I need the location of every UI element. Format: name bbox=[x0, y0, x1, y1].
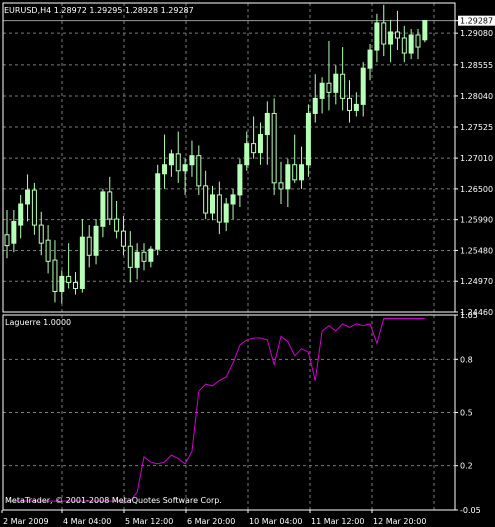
price-label: 1.25990 bbox=[460, 216, 493, 225]
candle-body bbox=[422, 20, 428, 41]
candle-body bbox=[223, 203, 229, 223]
candle-body bbox=[59, 275, 65, 292]
indicator-label: 0.2 bbox=[460, 462, 473, 471]
candle-body bbox=[312, 97, 318, 114]
time-axis: 2 Mar 2009 4 Mar 04:00 5 Mar 12:00 6 Mar 20… bbox=[1, 510, 426, 526]
candle-body bbox=[388, 31, 394, 45]
candle-body bbox=[353, 103, 359, 111]
candle-body bbox=[175, 153, 181, 172]
candle-body bbox=[93, 225, 99, 256]
price-grid bbox=[3, 3, 455, 313]
time-label: 5 Mar 12:00 bbox=[125, 517, 173, 526]
candle-body bbox=[141, 251, 147, 262]
panel-frames bbox=[2, 2, 456, 511]
candle-body bbox=[244, 143, 250, 166]
candle-body bbox=[367, 49, 373, 69]
indicator-label: 0.5 bbox=[460, 409, 473, 418]
candle-body bbox=[182, 164, 188, 172]
price-axis: 1.29287 1.29080 1.28555 1.28040 1.27525 1.270… bbox=[455, 15, 495, 317]
laguerre-line bbox=[7, 318, 425, 502]
candle-body bbox=[107, 191, 113, 220]
candle-body bbox=[31, 189, 37, 226]
candle-body bbox=[127, 245, 133, 268]
candle-body bbox=[408, 34, 414, 54]
candle-body bbox=[264, 112, 270, 136]
time-label: 2 Mar 2009 bbox=[3, 517, 49, 526]
candle-body bbox=[271, 112, 277, 184]
candle-body bbox=[381, 22, 387, 45]
time-label: 11 Mar 12:00 bbox=[311, 517, 364, 526]
price-label: 1.28040 bbox=[460, 92, 493, 101]
candle-body bbox=[340, 73, 346, 99]
indicator-label: -0.05 bbox=[460, 506, 481, 515]
candle-body bbox=[73, 281, 78, 289]
candle-body bbox=[4, 234, 10, 247]
candle-body bbox=[79, 236, 85, 289]
candle-body bbox=[257, 134, 263, 154]
price-label: 1.26500 bbox=[460, 185, 493, 194]
price-label: 1.27525 bbox=[460, 123, 493, 132]
candle-body bbox=[100, 191, 106, 227]
indicator-grid bbox=[3, 314, 455, 511]
candle-body bbox=[25, 189, 31, 205]
candle-body bbox=[285, 164, 291, 190]
chart-canvas: 1.29287 1.29080 1.28555 1.28040 1.27525 1.270… bbox=[1, 2, 495, 526]
candle-body bbox=[401, 37, 407, 54]
candle-body bbox=[319, 82, 325, 99]
candle-body bbox=[134, 251, 140, 268]
current-price-label: 1.29287 bbox=[460, 17, 493, 26]
candle-body bbox=[347, 97, 352, 111]
time-label: 6 Mar 20:00 bbox=[187, 517, 235, 526]
candle-body bbox=[326, 82, 332, 93]
price-label: 1.28555 bbox=[460, 61, 493, 70]
candle-body bbox=[38, 224, 44, 244]
indicator-title: Laguerre 1.0000 bbox=[5, 318, 72, 327]
laguerre-line-group bbox=[7, 318, 425, 502]
price-label: 1.24970 bbox=[460, 277, 493, 286]
candle-body bbox=[196, 155, 202, 187]
candle-body bbox=[203, 185, 209, 214]
candle-body bbox=[120, 230, 126, 247]
indicator-label: 0.8 bbox=[460, 355, 473, 364]
price-label: 1.25480 bbox=[460, 246, 493, 255]
candle-body bbox=[299, 164, 305, 181]
candle-body bbox=[86, 236, 92, 256]
price-label: 1.27010 bbox=[460, 154, 493, 163]
candle-body bbox=[189, 155, 195, 166]
candle-body bbox=[374, 22, 380, 51]
time-label: 4 Mar 04:00 bbox=[63, 517, 111, 526]
copyright-text: MetaTrader, © 2001-2008 MetaQuotes Softw… bbox=[5, 496, 222, 505]
candle-body bbox=[305, 112, 311, 166]
candle-body bbox=[415, 34, 421, 48]
candle-body bbox=[11, 220, 17, 244]
candle-body bbox=[45, 239, 51, 262]
candle-body bbox=[230, 194, 236, 205]
candlestick-series bbox=[4, 4, 428, 304]
candle-body bbox=[216, 194, 222, 223]
time-label: 12 Mar 20:00 bbox=[373, 517, 426, 526]
indicator-axis: 1.05 0.8 0.5 0.2 -0.05 bbox=[455, 311, 481, 515]
time-label: 10 Mar 04:00 bbox=[249, 517, 302, 526]
candle-body bbox=[168, 153, 174, 166]
candle-body bbox=[155, 173, 161, 250]
candle-body bbox=[66, 275, 72, 283]
symbol-title: EURUSD,H4 1.28972 1.29295 1.28928 1.2928… bbox=[4, 6, 194, 15]
candle-body bbox=[394, 31, 400, 39]
candle-body bbox=[251, 143, 257, 154]
candle-body bbox=[333, 73, 339, 93]
candle-body bbox=[114, 218, 120, 232]
price-panel-frame bbox=[2, 2, 456, 313]
candle-body bbox=[360, 67, 366, 105]
candle-body bbox=[278, 182, 284, 190]
candle-body bbox=[237, 164, 243, 196]
price-label: 1.29080 bbox=[460, 29, 493, 38]
candle-body bbox=[162, 164, 168, 175]
candle-body bbox=[210, 194, 215, 214]
candle-body bbox=[52, 259, 58, 292]
candle-body bbox=[148, 248, 154, 262]
indicator-label: 1.05 bbox=[460, 311, 478, 320]
candle-body bbox=[18, 203, 24, 226]
candle-body bbox=[292, 164, 298, 181]
